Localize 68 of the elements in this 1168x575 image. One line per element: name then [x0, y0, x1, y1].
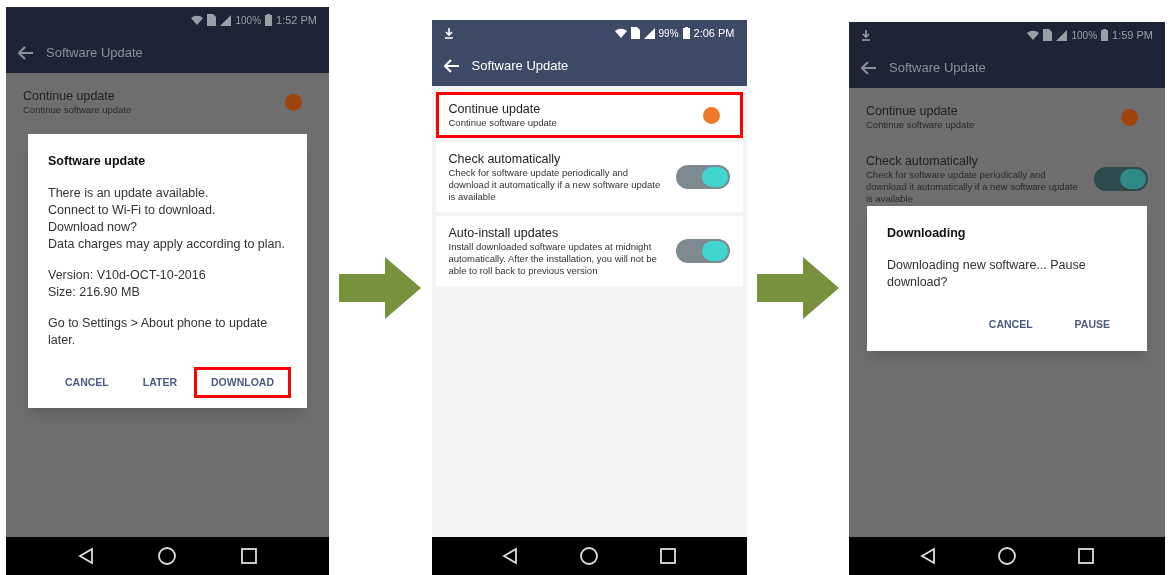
battery-percent: 100% [235, 13, 262, 28]
dialog-button[interactable]: CANCEL [48, 366, 126, 399]
update-badge [285, 93, 302, 111]
toolbar-title: Software Update [889, 59, 986, 78]
row-title: Continue update [866, 103, 959, 119]
dialog-button[interactable]: DOWNLOAD [193, 366, 291, 399]
wifi-icon [1027, 30, 1040, 40]
settings-row[interactable]: Auto-install updates Install downloaded software updates at midnight automatically. After the installation, you will not be able to roll back to previous version [435, 216, 743, 286]
status-time: 1:59 PM [1112, 27, 1153, 43]
row-subtitle: Continue software update [448, 117, 558, 129]
battery-icon [1101, 29, 1109, 41]
settings-row[interactable]: Continue update Continue software update [435, 92, 743, 138]
battery-icon [682, 27, 690, 39]
signal-icon [643, 27, 655, 39]
signal-icon [1056, 29, 1068, 41]
row-subtitle: Check for software update periodically and download it automatically if a new software update is available [866, 169, 1079, 205]
row-title: Auto-install updates [448, 225, 560, 241]
status-time: 1:52 PM [276, 12, 317, 28]
back-arrow-icon[interactable] [18, 46, 34, 60]
back-icon[interactable] [501, 547, 520, 565]
home-icon[interactable] [157, 546, 178, 566]
row-subtitle: Continue software update [23, 104, 133, 116]
sim-icon [1043, 29, 1053, 41]
settings-row[interactable]: Check automatically Check for software update periodically and download it automatically if a new software update is available [435, 142, 743, 212]
dialog-button[interactable]: LATER [125, 366, 194, 399]
dialog-title: Software update [48, 152, 147, 170]
toolbar-title: Software Update [471, 57, 569, 76]
toggle-switch[interactable] [675, 165, 730, 189]
signal-icon [220, 14, 232, 26]
dialog-message: Downloading new software... Pause download? [887, 257, 1087, 291]
sim-icon [630, 27, 640, 39]
battery-icon [265, 14, 273, 26]
back-icon[interactable] [919, 547, 937, 565]
wifi-icon [191, 15, 204, 25]
row-subtitle: Check for software update periodically and download it automatically if a new software update is available [448, 167, 662, 203]
home-icon[interactable] [579, 546, 599, 566]
update-badge [702, 106, 720, 124]
row-subtitle: Continue software update [866, 119, 976, 131]
dialog-button[interactable]: CANCEL [971, 309, 1050, 341]
toggle-switch[interactable] [1094, 167, 1148, 191]
battery-percent: 99% [658, 26, 679, 41]
wifi-icon [614, 28, 627, 38]
dialog-message: Go to Settings > About phone to update later. [48, 314, 269, 349]
row-title: Check automatically [448, 151, 562, 167]
dialog-button[interactable]: PAUSE [1057, 309, 1127, 341]
arrow-icon [756, 256, 839, 319]
status-time: 2:06 PM [693, 25, 735, 41]
arrow-icon [339, 256, 422, 319]
download-icon [861, 29, 871, 41]
download-icon [443, 27, 454, 39]
recent-apps-icon[interactable] [658, 547, 677, 565]
back-icon[interactable] [77, 547, 96, 565]
sim-icon [207, 14, 217, 26]
row-title: Check automatically [866, 153, 979, 169]
dialog-message: Version: V10d-OCT-10-2016 Size: 216.90 MB [48, 266, 207, 301]
row-subtitle: Install downloaded software updates at midnight automatically. After the installation, you will not be able to roll back to previous version [448, 241, 658, 277]
toggle-switch[interactable] [675, 239, 730, 263]
back-arrow-icon[interactable] [861, 61, 877, 75]
recent-apps-icon[interactable] [1077, 547, 1095, 565]
dialog-title: Downloading [887, 225, 967, 243]
dialog-message: There is an update available. Connect to Wi-Fi to download. Download now? Data charges may apply according to plan. [48, 184, 286, 253]
recent-apps-icon[interactable] [239, 547, 258, 565]
battery-percent: 100% [1071, 28, 1098, 43]
home-icon[interactable] [997, 546, 1017, 566]
row-title: Continue update [448, 101, 542, 117]
row-title: Continue update [23, 88, 116, 104]
update-badge [1121, 108, 1138, 126]
toolbar-title: Software Update [46, 44, 143, 63]
